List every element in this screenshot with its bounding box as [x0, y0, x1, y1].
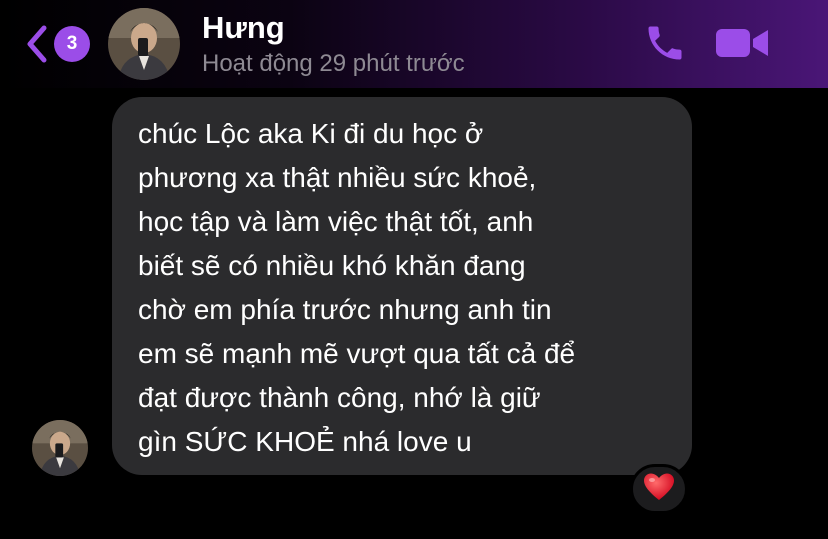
message-line: học tập và làm việc thật tốt, anh [138, 206, 534, 237]
phone-icon [643, 21, 687, 70]
sender-avatar[interactable] [32, 420, 88, 476]
chevron-left-icon [22, 22, 52, 66]
voice-call-button[interactable] [640, 20, 690, 70]
video-camera-icon [714, 25, 770, 66]
chat-header: 3 Hưng Hoạt động 29 phút trước [0, 0, 828, 88]
chat-screen: 3 Hưng Hoạt động 29 phút trước chúc Lộc … [0, 0, 828, 539]
video-call-button[interactable] [712, 20, 772, 70]
message-line: chờ em phía trước nhưng anh tin [138, 294, 552, 325]
heart-icon [643, 472, 675, 507]
reaction-badge[interactable] [630, 464, 688, 514]
message-line: chúc Lộc aka Ki đi du học ở [138, 118, 484, 149]
contact-name[interactable]: Hưng [202, 10, 285, 46]
message-bubble[interactable]: chúc Lộc aka Ki đi du học ở phương xa th… [112, 97, 692, 475]
message-line: đạt được thành công, nhớ là giữ [138, 382, 541, 413]
message-line: phương xa thật nhiều sức khoẻ, [138, 162, 537, 193]
active-status: Hoạt động 29 phút trước [202, 50, 465, 77]
message-line: gìn SỨC KHOẺ nhá love u [138, 426, 472, 457]
message-line: biết sẽ có nhiều khó khăn đang [138, 250, 526, 281]
message-line: em sẽ mạnh mẽ vượt qua tất cả để [138, 338, 576, 369]
unread-count-badge: 3 [54, 26, 90, 62]
contact-avatar[interactable] [108, 8, 180, 80]
back-button[interactable]: 3 [22, 22, 94, 66]
